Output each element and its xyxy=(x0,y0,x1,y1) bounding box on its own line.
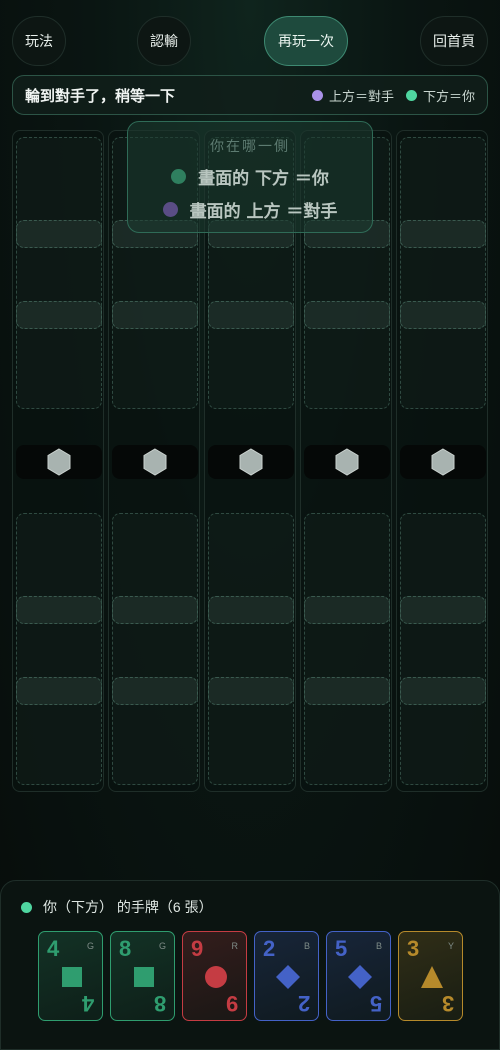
player-dot-icon xyxy=(21,901,32,913)
hand-card[interactable]: 5 B 5 xyxy=(326,931,391,1021)
card-color-code: R xyxy=(231,941,239,951)
replay-button[interactable]: 再玩一次 xyxy=(264,16,348,66)
opponent-slot[interactable] xyxy=(400,137,486,409)
card-color-code: B xyxy=(375,941,382,951)
hexagon-marker-icon xyxy=(239,448,263,476)
square-icon xyxy=(134,967,154,987)
marker-row xyxy=(400,445,486,479)
side-hint-bottom: 畫面的 下方 ＝你 xyxy=(128,164,372,189)
card-lane xyxy=(400,677,486,705)
side-hint-title: 你在哪一側 xyxy=(210,138,290,154)
card-color-code: Y xyxy=(447,941,454,951)
turn-message: 輪到對手了，稍等一下 xyxy=(25,87,176,105)
side-hint-top-text: 畫面的 上方 ＝對手 xyxy=(189,202,338,222)
marker-row xyxy=(208,445,294,479)
player-slot[interactable] xyxy=(304,513,390,785)
legend-player-label: 下方＝你 xyxy=(422,88,475,104)
card-lane xyxy=(112,301,198,329)
card-lane xyxy=(208,301,294,329)
card-lane xyxy=(16,220,102,248)
card-value: 5 xyxy=(335,936,348,961)
card-lane xyxy=(400,220,486,248)
card-value: 9 xyxy=(191,936,204,961)
turn-status-bar: 輪到對手了，稍等一下 上方＝對手 下方＝你 xyxy=(12,75,488,115)
card-lane xyxy=(16,596,102,624)
card-lane xyxy=(304,596,390,624)
card-color-code: G xyxy=(158,941,166,951)
diamond-icon xyxy=(348,965,372,989)
hand-card[interactable]: 2 B 2 xyxy=(254,931,319,1021)
hand-card[interactable]: 9 R 9 xyxy=(182,931,247,1021)
player-dot-icon xyxy=(171,169,187,184)
home-button[interactable]: 回首頁 xyxy=(420,16,488,66)
card-value: 2 xyxy=(263,936,276,961)
hand-card[interactable]: 4 G 4 xyxy=(38,931,103,1021)
hand-card[interactable]: 8 G 8 xyxy=(110,931,175,1021)
player-slot[interactable] xyxy=(16,513,102,785)
marker-row xyxy=(112,445,198,479)
board-column-5[interactable] xyxy=(396,130,488,792)
marker-row xyxy=(304,445,390,479)
hexagon-marker-icon xyxy=(143,448,167,476)
card-value: 4 xyxy=(47,936,60,961)
card-lane xyxy=(400,301,486,329)
opponent-dot-icon xyxy=(162,202,178,217)
resign-button[interactable]: 認輸 xyxy=(137,16,191,66)
diamond-icon xyxy=(276,965,300,989)
side-hint-top: 畫面的 上方 ＝對手 xyxy=(128,197,372,222)
opponent-dot-icon xyxy=(311,89,323,101)
card-value: 3 xyxy=(407,936,420,961)
card-value-inverted: 4 xyxy=(81,991,94,1016)
player-slot[interactable] xyxy=(400,513,486,785)
card-lane xyxy=(112,677,198,705)
card-lane xyxy=(304,677,390,705)
card-value-inverted: 9 xyxy=(225,991,238,1016)
hexagon-marker-icon xyxy=(431,448,455,476)
triangle-icon xyxy=(421,966,443,988)
card-lane xyxy=(16,301,102,329)
card-lane xyxy=(208,677,294,705)
hand-title: 你（下方） 的手牌（6 張） xyxy=(21,897,213,917)
hexagon-marker-icon xyxy=(335,448,359,476)
square-icon xyxy=(62,967,82,987)
card-value-inverted: 3 xyxy=(441,991,454,1016)
card-value-inverted: 5 xyxy=(369,991,382,1016)
card-color-code: G xyxy=(86,941,94,951)
card-lane xyxy=(304,301,390,329)
rules-button[interactable]: 玩法 xyxy=(12,16,66,66)
legend-player: 下方＝你 xyxy=(405,86,475,105)
hand-card[interactable]: 3 Y 3 xyxy=(398,931,463,1021)
hand-title-text: 你（下方） 的手牌（6 張） xyxy=(43,899,213,915)
hexagon-marker-icon xyxy=(47,448,71,476)
player-slot[interactable] xyxy=(112,513,198,785)
circle-icon xyxy=(205,966,227,988)
board-column-1[interactable] xyxy=(12,130,104,792)
side-hint-bottom-text: 畫面的 下方 ＝你 xyxy=(198,169,329,189)
legend-opponent-label: 上方＝對手 xyxy=(328,88,394,104)
card-value-inverted: 8 xyxy=(153,991,166,1016)
card-lane xyxy=(400,596,486,624)
opponent-slot[interactable] xyxy=(16,137,102,409)
side-hint-overlay: 你在哪一側 畫面的 下方 ＝你 畫面的 上方 ＝對手 xyxy=(127,121,373,233)
card-value-inverted: 2 xyxy=(297,991,310,1016)
legend-opponent: 上方＝對手 xyxy=(311,86,394,105)
card-lane xyxy=(112,596,198,624)
card-lane xyxy=(16,677,102,705)
player-slot[interactable] xyxy=(208,513,294,785)
card-value: 8 xyxy=(119,936,132,961)
marker-row xyxy=(16,445,102,479)
player-hand: 你（下方） 的手牌（6 張） 4 G 4 8 G 8 9 R 9 2 B 2 5 B 5 3 Y 3 xyxy=(0,880,500,1050)
card-lane xyxy=(208,596,294,624)
card-color-code: B xyxy=(303,941,310,951)
player-dot-icon xyxy=(405,89,417,101)
